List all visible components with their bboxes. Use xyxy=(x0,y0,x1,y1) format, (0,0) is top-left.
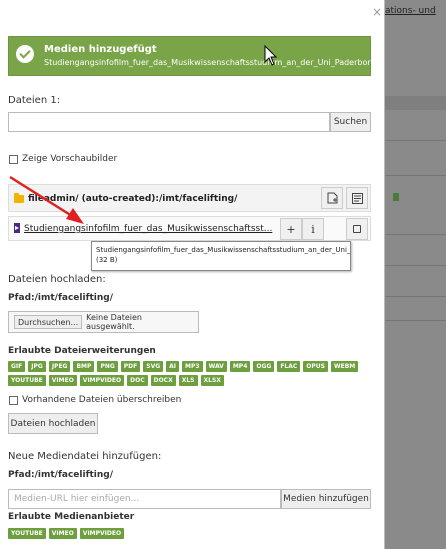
extension-tag: OGG xyxy=(253,361,275,372)
media-path: Pfad:/imt/facelifting/ xyxy=(8,470,114,480)
extension-tag: PDF xyxy=(120,361,141,372)
background-header-row xyxy=(385,96,446,110)
browse-button[interactable]: Durchsuchen... xyxy=(14,315,83,329)
alert-message: Studiengangsinfofilm_fuer_das_Musikwisse… xyxy=(44,58,376,67)
file-link[interactable]: Studiengangsinfofilm_fuer_das_Musikwisse… xyxy=(24,224,273,234)
upload-button[interactable]: Dateien hochladen xyxy=(8,413,98,434)
extension-tag: JPG xyxy=(28,361,46,372)
info-button[interactable]: i xyxy=(302,218,324,240)
extension-tag: WAV xyxy=(205,361,227,372)
thumbnails-checkbox[interactable] xyxy=(9,155,18,164)
list-icon[interactable] xyxy=(346,187,368,209)
close-button[interactable]: × xyxy=(370,5,384,19)
background-divider xyxy=(385,140,446,141)
square-icon xyxy=(353,225,361,233)
media-url-input[interactable]: Medien-URL hier einfügen... xyxy=(8,489,281,509)
folder-row[interactable]: fileadmin/ (auto-created):/imt/facelifti… xyxy=(8,184,371,212)
provider-tags: YOUTUBE VIMEO VIMPVIDEO xyxy=(8,528,368,539)
extension-tag: JPEG xyxy=(48,361,71,372)
thumbnails-label: Zeige Vorschaubilder xyxy=(22,154,118,164)
extension-tag: SVG xyxy=(143,361,164,372)
extension-tag: DOCX xyxy=(150,375,176,386)
file-row[interactable]: Studiengangsinfofilm_fuer_das_Musikwisse… xyxy=(8,216,371,241)
provider-tag: VIMEO xyxy=(48,528,77,539)
folder-icon xyxy=(14,193,24,203)
extension-tag: AI xyxy=(166,361,180,372)
file-tooltip: Studiengangsinfofilm_fuer_das_Musikwisse… xyxy=(91,241,351,271)
alert-title: Medien hinzugefügt xyxy=(44,44,157,55)
search-input[interactable] xyxy=(8,112,330,132)
extension-tag: VIMEO xyxy=(48,375,77,386)
video-file-icon xyxy=(14,223,20,233)
search-button[interactable]: Suchen xyxy=(330,112,371,132)
extension-tag: XLS xyxy=(178,375,198,386)
overwrite-checkbox[interactable] xyxy=(9,396,18,405)
provider-tag: VIMPVIDEO xyxy=(79,528,125,539)
media-modal: × Medien hinzugefügt Studiengangsinfofil… xyxy=(0,0,385,549)
extension-tag: WEBM xyxy=(331,361,359,372)
overwrite-label: Vorhandene Dateien überschreiben xyxy=(22,395,182,405)
provider-tag: YOUTUBE xyxy=(8,528,46,539)
no-file-text: Keine Dateien ausgewählt. xyxy=(86,313,143,331)
upload-path: Pfad:/imt/facelifting/ xyxy=(8,293,114,303)
select-file-button[interactable] xyxy=(346,218,368,240)
extension-tag: VIMPVIDEO xyxy=(79,375,125,386)
folder-label: fileadmin/ (auto-created):/imt/facelifti… xyxy=(28,194,238,204)
search-label: Dateien 1: xyxy=(8,95,61,106)
allowed-providers-label: Erlaubte Medienanbieter xyxy=(8,512,135,522)
extension-tag: MP4 xyxy=(229,361,251,372)
allowed-extensions-label: Erlaubte Dateierweiterungen xyxy=(8,346,156,356)
background-divider xyxy=(385,265,446,266)
add-media-button[interactable]: Medien hinzufügen xyxy=(281,489,371,509)
background-divider xyxy=(385,296,446,297)
extension-tag: PNG xyxy=(97,361,118,372)
add-file-button[interactable]: + xyxy=(280,218,302,240)
extension-tag: YOUTUBE xyxy=(8,375,46,386)
extension-tags: GIF JPG JPEG BMP PNG PDF SVG AI MP3 WAV MP4 OGG FLAC… xyxy=(8,361,368,386)
extension-tag: BMP xyxy=(73,361,95,372)
upload-label: Dateien hochladen: xyxy=(8,274,106,285)
background-status-marker xyxy=(393,193,399,201)
background-divider xyxy=(385,320,446,321)
background-divider xyxy=(385,234,446,235)
new-file-icon[interactable] xyxy=(321,187,343,209)
extension-tag: FLAC xyxy=(277,361,301,372)
background-divider xyxy=(385,175,446,176)
success-alert: Medien hinzugefügt Studiengangsinfofilm_… xyxy=(8,36,376,76)
extension-tag: OPUS xyxy=(303,361,328,372)
extension-tag: MP3 xyxy=(182,361,203,372)
background-menu-text: ations- und xyxy=(385,6,436,16)
file-upload-input[interactable]: Durchsuchen... Keine Dateien ausgewählt. xyxy=(8,311,199,333)
extension-tag: GIF xyxy=(8,361,26,372)
extension-tag: DOC xyxy=(127,375,148,386)
extension-tag: XLSX xyxy=(200,375,224,386)
media-label: Neue Mediendatei hinzufügen: xyxy=(8,451,162,462)
check-circle-icon xyxy=(16,45,34,63)
